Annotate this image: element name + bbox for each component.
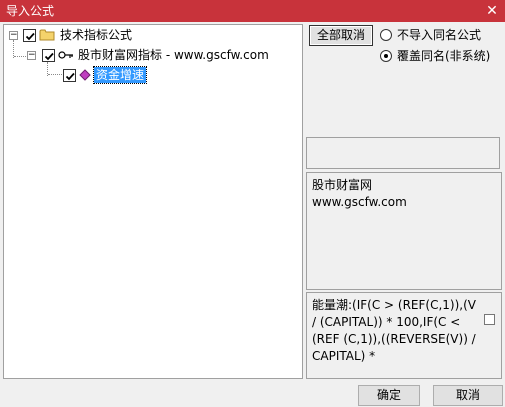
title-bar: 导入公式 ✕ xyxy=(0,0,505,22)
radio-button[interactable] xyxy=(380,29,392,41)
diamond-icon xyxy=(79,69,91,81)
info-title: 股市财富网 xyxy=(312,178,373,192)
ok-button[interactable]: 确定 xyxy=(358,385,420,406)
formula-checkbox[interactable] xyxy=(484,314,495,325)
formula-tree[interactable]: − 技术指标公式 − 股市财富网指标 - www.gscfw.com 资金增速 xyxy=(3,24,303,379)
cancel-all-button[interactable]: 全部取消 xyxy=(309,25,373,46)
info-url: www.gscfw.com xyxy=(312,195,407,209)
empty-panel xyxy=(306,137,500,169)
radio-dot xyxy=(384,54,388,58)
radio-label: 不导入同名公式 xyxy=(397,28,482,42)
tree-node-child: − 股市财富网指标 - www.gscfw.com xyxy=(4,46,299,64)
window-title: 导入公式 xyxy=(6,4,55,18)
leaf-checkbox[interactable] xyxy=(63,69,76,82)
tree-node-root: − 技术指标公式 xyxy=(4,27,294,45)
radio-label: 覆盖同名(非系统) xyxy=(397,49,491,63)
child-checkbox[interactable] xyxy=(42,49,55,62)
tree-node-label[interactable]: 资金增速 xyxy=(92,66,148,84)
collapse-icon[interactable]: − xyxy=(9,31,18,40)
radio-skip-duplicates[interactable]: 不导入同名公式 xyxy=(380,27,500,43)
radio-button[interactable] xyxy=(380,50,392,62)
info-panel: 股市财富网 www.gscfw.com xyxy=(306,172,502,290)
formula-panel: 能量潮:(IF(C > (REF(C,1)),(V / (CAPITAL)) *… xyxy=(306,292,502,379)
folder-icon xyxy=(39,29,55,41)
collapse-icon[interactable]: − xyxy=(27,51,36,60)
radio-overwrite-duplicates[interactable]: 覆盖同名(非系统) xyxy=(380,48,500,64)
tree-node-leaf: 资金增速 xyxy=(4,66,204,84)
formula-text: 能量潮:(IF(C > (REF(C,1)),(V / (CAPITAL)) *… xyxy=(312,298,476,363)
root-checkbox[interactable] xyxy=(23,29,36,42)
close-icon[interactable]: ✕ xyxy=(483,2,501,20)
tree-node-label[interactable]: 股市财富网指标 - www.gscfw.com xyxy=(78,47,269,63)
cancel-button[interactable]: 取消 xyxy=(433,385,503,406)
tree-node-label[interactable]: 技术指标公式 xyxy=(60,27,132,43)
key-icon xyxy=(58,51,73,59)
